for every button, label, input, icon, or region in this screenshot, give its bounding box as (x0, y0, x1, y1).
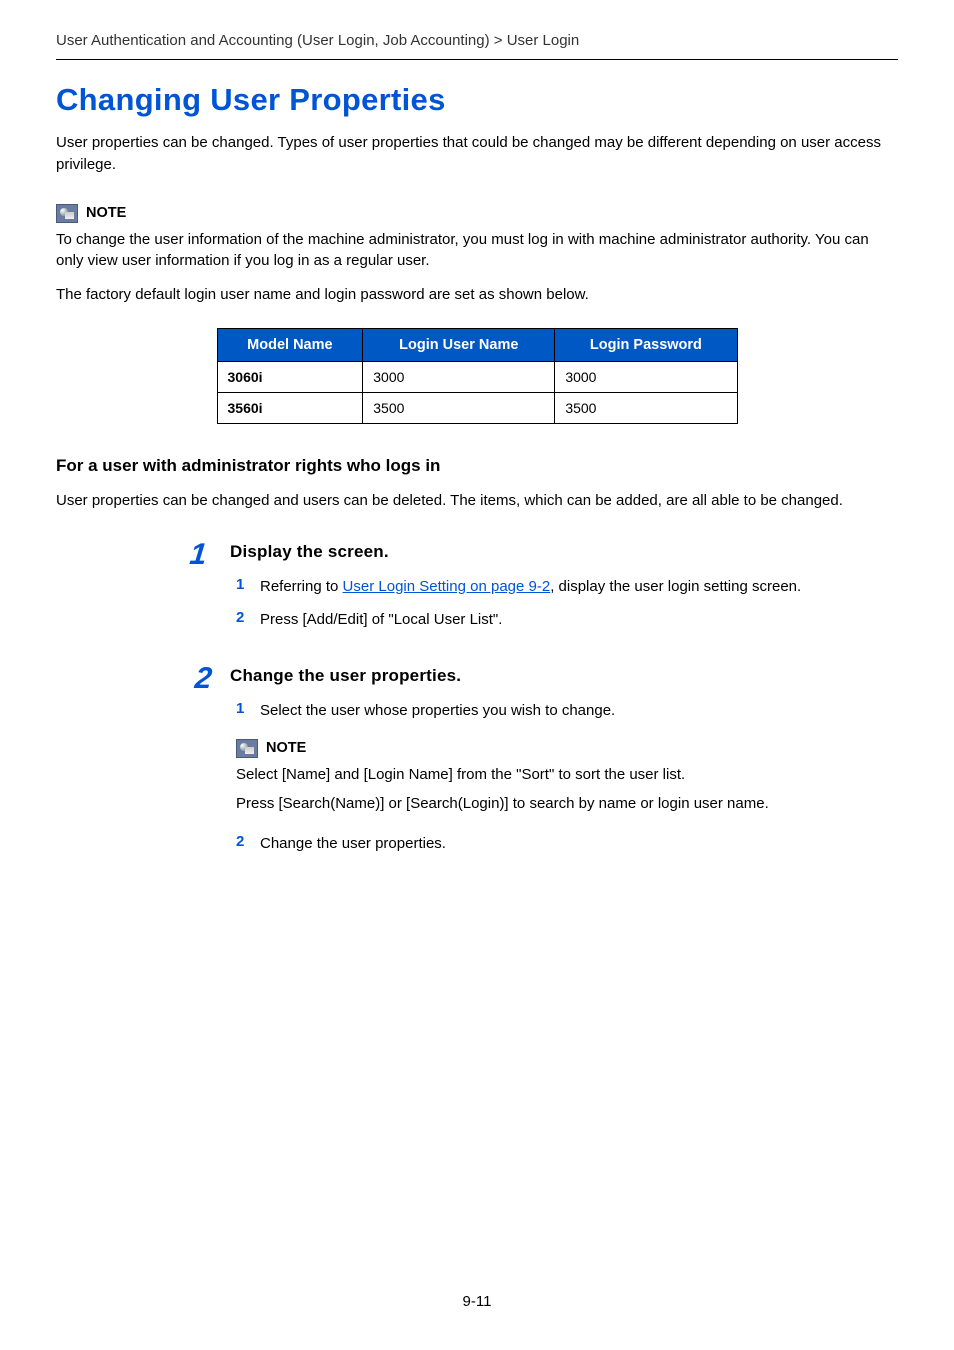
substep-number: 2 (236, 609, 250, 630)
substep-number: 1 (236, 700, 250, 721)
step-2: 2 Change the user properties. 1 Select t… (186, 664, 898, 867)
substep-text: Select the user whose properties you wis… (260, 700, 898, 721)
substep-prefix: Referring to (260, 578, 343, 595)
note-label: NOTE (86, 205, 126, 221)
substep-text: Referring to User Login Setting on page … (260, 576, 898, 597)
step-title: Display the screen. (230, 542, 898, 562)
step-title: Change the user properties. (230, 666, 898, 686)
cell-model: 3560i (217, 392, 363, 423)
substep: 1 Referring to User Login Setting on pag… (236, 576, 898, 597)
note-text-2: The factory default login user name and … (56, 284, 898, 306)
page-title: Changing User Properties (56, 82, 898, 118)
col-model: Model Name (217, 328, 363, 361)
cell-user: 3000 (363, 361, 555, 392)
intro-text: User properties can be changed. Types of… (56, 132, 898, 176)
substep-number: 2 (236, 833, 250, 854)
substep-text: Change the user properties. (260, 833, 898, 854)
page-number: 9-11 (0, 1293, 954, 1310)
inner-note-text-2: Press [Search(Name)] or [Search(Login)] … (236, 793, 898, 815)
note-icon (236, 739, 258, 758)
inner-note-text-1: Select [Name] and [Login Name] from the … (236, 764, 898, 786)
col-pass: Login Password (555, 328, 737, 361)
inner-note-block: NOTE Select [Name] and [Login Name] from… (236, 739, 898, 816)
table-row: 3060i 3000 3000 (217, 361, 737, 392)
note-icon (56, 204, 78, 223)
section-heading: For a user with administrator rights who… (56, 456, 898, 476)
table-header-row: Model Name Login User Name Login Passwor… (217, 328, 737, 361)
substep: 2 Change the user properties. (236, 833, 898, 854)
substep: 1 Select the user whose properties you w… (236, 700, 898, 721)
substep-text: Press [Add/Edit] of "Local User List". (260, 609, 898, 630)
note-header: NOTE (236, 739, 898, 758)
section-intro: User properties can be changed and users… (56, 490, 898, 512)
step-number: 2 (175, 664, 224, 867)
substep-number: 1 (236, 576, 250, 597)
step-number: 1 (181, 540, 220, 642)
note-header: NOTE (56, 204, 898, 223)
note-label: NOTE (266, 740, 306, 756)
cell-model: 3060i (217, 361, 363, 392)
breadcrumb: User Authentication and Accounting (User… (56, 32, 898, 60)
substep-suffix: , display the user login setting screen. (550, 578, 801, 595)
table-row: 3560i 3500 3500 (217, 392, 737, 423)
substep: 2 Press [Add/Edit] of "Local User List". (236, 609, 898, 630)
cell-pass: 3000 (555, 361, 737, 392)
note-text-1: To change the user information of the ma… (56, 229, 898, 273)
cell-pass: 3500 (555, 392, 737, 423)
col-user: Login User Name (363, 328, 555, 361)
cross-ref-link[interactable]: User Login Setting on page 9-2 (343, 578, 551, 595)
step-1: 1 Display the screen. 1 Referring to Use… (186, 540, 898, 642)
note-block: NOTE To change the user information of t… (56, 204, 898, 306)
cell-user: 3500 (363, 392, 555, 423)
credentials-table: Model Name Login User Name Login Passwor… (217, 328, 738, 424)
